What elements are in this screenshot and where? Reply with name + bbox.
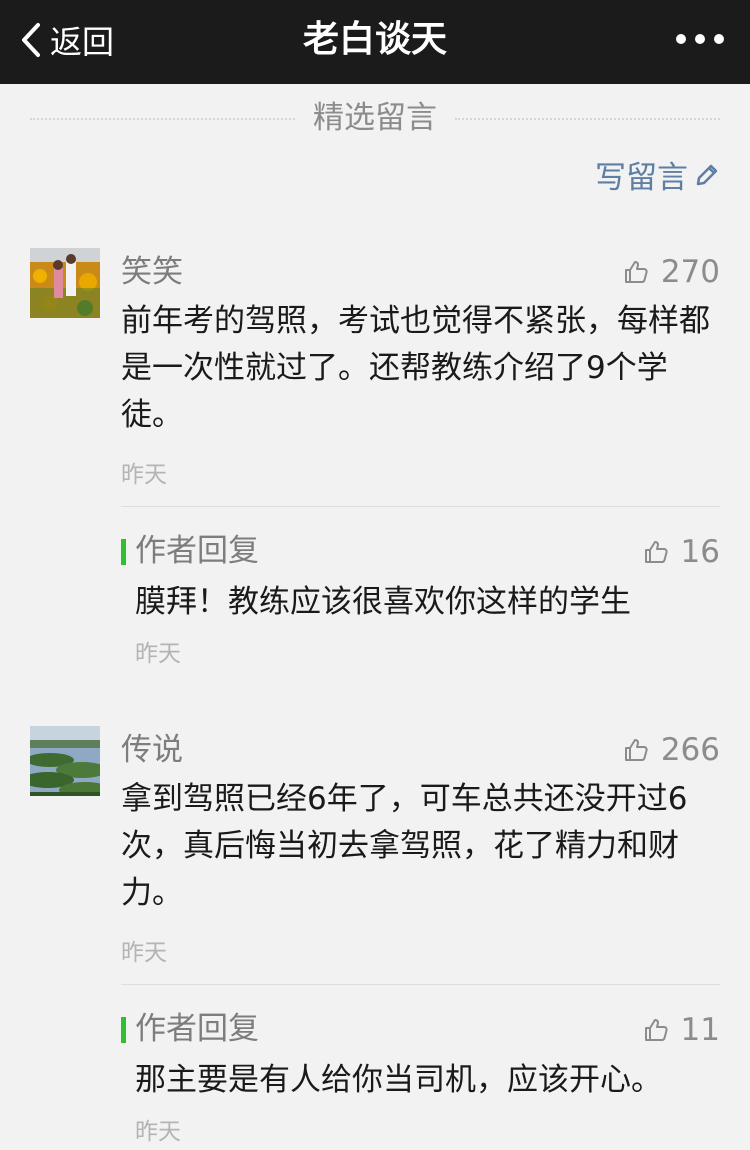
reply-time: 昨天 <box>135 641 181 667</box>
section-divider-right <box>455 118 720 120</box>
navigation-bar: 返回 老白谈天 <box>0 0 750 84</box>
reply-like-button[interactable]: 16 <box>643 534 720 570</box>
thumbs-up-icon <box>644 1019 668 1041</box>
avatar <box>30 726 100 796</box>
reply-like-count: 11 <box>680 1012 720 1048</box>
reply-like-count: 16 <box>680 534 720 570</box>
reply-indicator-bar <box>121 539 126 565</box>
pencil-icon <box>696 164 718 185</box>
reply-divider <box>121 506 720 507</box>
comment-nickname: 传说 <box>121 732 183 768</box>
thumbs-up-icon <box>644 541 668 563</box>
write-comment-label: 写留言 <box>595 160 688 196</box>
comment-content: 前年考的驾照，考试也觉得不紧张，每样都是一次性就过了。还帮教练介绍了9个学徒。 <box>121 303 710 433</box>
thumbs-up-icon <box>624 739 648 761</box>
more-dots-icon <box>676 34 686 44</box>
comment-nickname: 笑笑 <box>121 254 183 290</box>
reply-time: 昨天 <box>135 1119 181 1145</box>
author-reply-label: 作者回复 <box>135 1011 259 1047</box>
reply-like-button[interactable]: 11 <box>643 1012 720 1048</box>
like-count: 266 <box>660 732 720 768</box>
reply-divider <box>121 984 720 985</box>
thumbs-up-icon <box>624 261 648 283</box>
reply-indicator-bar <box>121 1017 126 1043</box>
section-header: 精选留言 <box>0 96 750 140</box>
page-title: 老白谈天 <box>302 19 447 60</box>
like-count: 270 <box>660 254 720 290</box>
comment-time: 昨天 <box>121 462 167 488</box>
comment-time: 昨天 <box>121 940 167 966</box>
write-comment-button[interactable]: 写留言 <box>595 152 720 197</box>
more-button[interactable] <box>676 34 724 44</box>
like-button[interactable]: 270 <box>623 254 720 290</box>
author-reply-label: 作者回复 <box>135 533 259 569</box>
reply-content: 那主要是有人给你当司机，应该开心。 <box>135 1062 662 1098</box>
avatar <box>30 248 100 318</box>
reply-content: 膜拜！教练应该很喜欢你这样的学生 <box>135 584 631 620</box>
comment-content: 拿到驾照已经6年了，可车总共还没开过6次，真后悔当初去拿驾照，花了精力和财力。 <box>121 781 688 911</box>
like-button[interactable]: 266 <box>623 732 720 768</box>
